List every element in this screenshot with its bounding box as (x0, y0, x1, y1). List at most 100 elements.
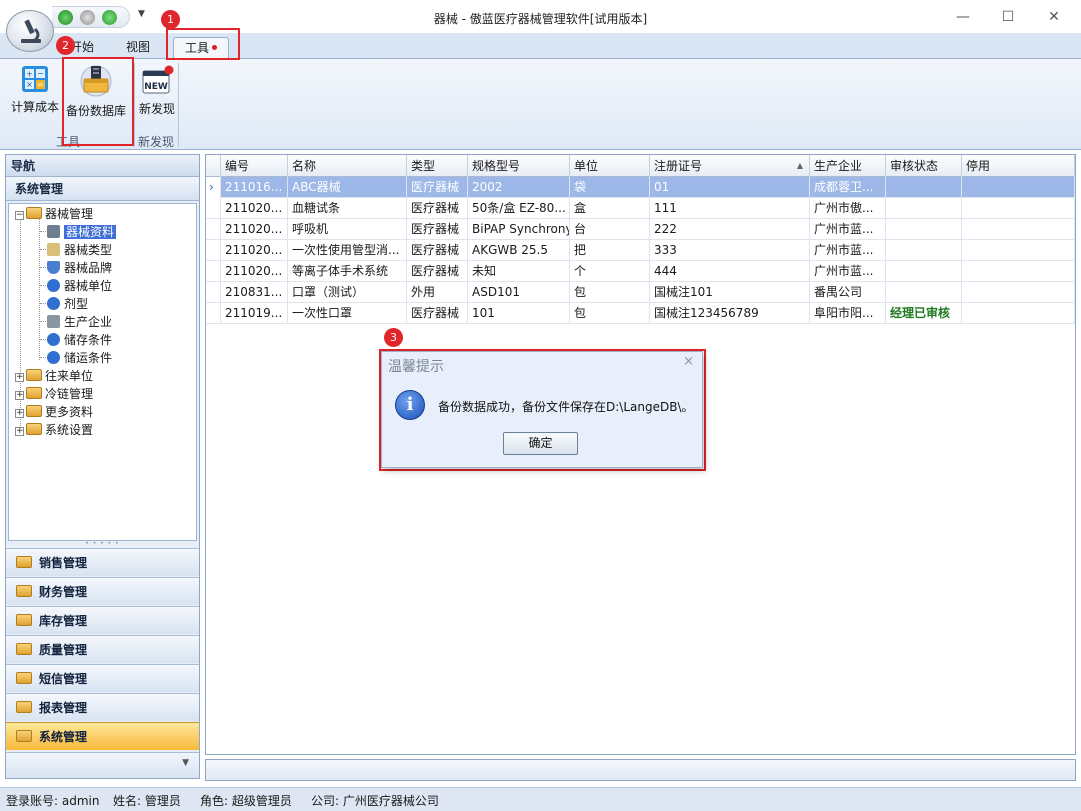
column-header-review-status[interactable]: 审核状态 (886, 155, 962, 177)
cell-unit[interactable]: 包 (570, 282, 650, 303)
cell-manufacturer[interactable]: 阜阳市阳... (810, 303, 886, 324)
cell-manufacturer[interactable]: 番禺公司 (810, 282, 886, 303)
column-header-type[interactable]: 类型 (407, 155, 468, 177)
cell-review-status[interactable] (886, 261, 962, 282)
column-header-name[interactable]: 名称 (288, 155, 407, 177)
new-discovery-button[interactable]: NEW 新发现 (134, 65, 180, 131)
nav-bar-inventory[interactable]: 库存管理 (6, 606, 199, 634)
cell-registration[interactable]: 国械注123456789 (650, 303, 810, 324)
tree-item-dosage-form[interactable]: 剂型 (47, 295, 88, 313)
app-menu-button[interactable] (6, 10, 54, 52)
tree-item-device-type[interactable]: 器械类型 (47, 241, 112, 259)
table-row[interactable]: 210831... 口罩（测试） 外用 ASD101 包国械注101 番禺公司 (206, 282, 1075, 303)
cell-manufacturer[interactable]: 广州市蓝... (810, 219, 886, 240)
nav-bar-sms[interactable]: 短信管理 (6, 664, 199, 692)
dialog-ok-button[interactable]: 确定 (503, 432, 578, 455)
table-row[interactable]: 211020... 呼吸机 医疗器械 BiPAP Synchrony 台 222 广州市蓝.… (206, 219, 1075, 240)
cell-name[interactable]: 口罩（测试） (288, 282, 407, 303)
cell-spec[interactable]: BiPAP Synchrony (468, 219, 570, 240)
cell-review-status[interactable] (886, 282, 962, 303)
nav-overflow-bar[interactable]: ▼ (6, 752, 199, 778)
cell-name[interactable]: 一次性口罩 (288, 303, 407, 324)
row-indicator[interactable] (206, 303, 221, 324)
chevron-down-icon[interactable]: ▼ (182, 758, 189, 768)
cell-disabled[interactable] (962, 198, 1075, 219)
cell-spec[interactable]: 50条/盒 EZ-80... (468, 198, 570, 219)
cell-manufacturer[interactable]: 广州市傲... (810, 198, 886, 219)
cell-name[interactable]: 血糖试条 (288, 198, 407, 219)
cell-manufacturer[interactable]: 成都蓉卫... (810, 177, 886, 198)
cell-registration[interactable]: 国械注101 (650, 282, 810, 303)
cell-spec[interactable]: 101 (468, 303, 570, 324)
dialog-close-button[interactable]: × (683, 354, 694, 369)
tree-item-device-info[interactable]: 器械资料 (47, 223, 117, 241)
close-button[interactable]: ✕ (1041, 6, 1067, 28)
nav-bar-system[interactable]: 系统管理 (6, 722, 199, 750)
table-row[interactable]: › 211016... ABC器械 医疗器械 2002 袋 01 成都蓉卫... (206, 177, 1075, 198)
tree-item-storage-conditions[interactable]: 储存条件 (47, 331, 112, 349)
up-icon[interactable] (80, 10, 95, 25)
tree-item-manufacturer[interactable]: 生产企业 (47, 313, 112, 331)
row-indicator[interactable] (206, 198, 221, 219)
cell-registration[interactable]: 222 (650, 219, 810, 240)
column-header-code[interactable]: 编号 (221, 155, 288, 177)
calculate-cost-button[interactable]: + − × = 计算成本 (8, 65, 62, 131)
cell-disabled[interactable] (962, 261, 1075, 282)
cell-code[interactable]: 211019... (221, 303, 288, 324)
cell-spec[interactable]: ASD101 (468, 282, 570, 303)
cell-type[interactable]: 医疗器械 (407, 240, 468, 261)
tree-item-more-data[interactable]: + 更多资料 (15, 403, 93, 421)
tree-item-system-settings[interactable]: + 系统设置 (15, 421, 93, 439)
cell-unit[interactable]: 个 (570, 261, 650, 282)
cell-disabled[interactable] (962, 240, 1075, 261)
cell-name[interactable]: 一次性使用管型消... (288, 240, 407, 261)
cell-review-status[interactable] (886, 177, 962, 198)
cell-spec[interactable]: 2002 (468, 177, 570, 198)
tree-item-transport-conditions[interactable]: 储运条件 (47, 349, 112, 367)
cell-code[interactable]: 211020... (221, 219, 288, 240)
expand-icon[interactable]: + (15, 427, 24, 436)
nav-bar-quality[interactable]: 质量管理 (6, 635, 199, 663)
row-indicator[interactable]: › (206, 177, 221, 198)
cell-unit[interactable]: 袋 (570, 177, 650, 198)
row-indicator[interactable] (206, 240, 221, 261)
tree-item-device-brand[interactable]: 器械品牌 (47, 259, 112, 277)
down-icon[interactable] (102, 10, 117, 25)
cell-review-status[interactable] (886, 240, 962, 261)
row-indicator[interactable] (206, 261, 221, 282)
cell-unit[interactable]: 把 (570, 240, 650, 261)
row-indicator[interactable] (206, 282, 221, 303)
cell-registration[interactable]: 333 (650, 240, 810, 261)
expand-icon[interactable]: + (15, 373, 24, 382)
collapse-icon[interactable]: − (15, 211, 24, 220)
cell-spec[interactable]: AKGWB 25.5 (468, 240, 570, 261)
tree-item-cold-chain[interactable]: + 冷链管理 (15, 385, 93, 403)
tree-item-device-unit[interactable]: 器械单位 (47, 277, 112, 295)
row-indicator[interactable] (206, 219, 221, 240)
nav-bar-sales[interactable]: 销售管理 (6, 548, 199, 576)
cell-unit[interactable]: 盒 (570, 198, 650, 219)
cell-review-status[interactable] (886, 198, 962, 219)
nav-bar-reports[interactable]: 报表管理 (6, 693, 199, 721)
cell-name[interactable]: 呼吸机 (288, 219, 407, 240)
cell-unit[interactable]: 台 (570, 219, 650, 240)
table-row[interactable]: 211020... 等离子体手术系统 医疗器械 未知个 444 广州市蓝... (206, 261, 1075, 282)
expand-icon[interactable]: + (15, 391, 24, 400)
cell-code[interactable]: 210831... (221, 282, 288, 303)
cell-registration[interactable]: 111 (650, 198, 810, 219)
column-header-disabled[interactable]: 停用 (962, 155, 1075, 177)
table-row[interactable]: 211020... 血糖试条 医疗器械 50条/盒 EZ-80... 盒 111 广州市傲.… (206, 198, 1075, 219)
customize-qat-icon[interactable]: ▼ (138, 9, 145, 19)
cell-code[interactable]: 211016... (221, 177, 288, 198)
tab-view[interactable]: 视图 (118, 37, 158, 58)
refresh-icon[interactable] (58, 10, 73, 25)
cell-code[interactable]: 211020... (221, 240, 288, 261)
column-header-manufacturer[interactable]: 生产企业 (810, 155, 886, 177)
cell-name[interactable]: ABC器械 (288, 177, 407, 198)
nav-bar-finance[interactable]: 财务管理 (6, 577, 199, 605)
cell-registration[interactable]: 444 (650, 261, 810, 282)
cell-code[interactable]: 211020... (221, 198, 288, 219)
cell-disabled[interactable] (962, 177, 1075, 198)
cell-disabled[interactable] (962, 303, 1075, 324)
minimize-button[interactable]: — (950, 6, 976, 28)
